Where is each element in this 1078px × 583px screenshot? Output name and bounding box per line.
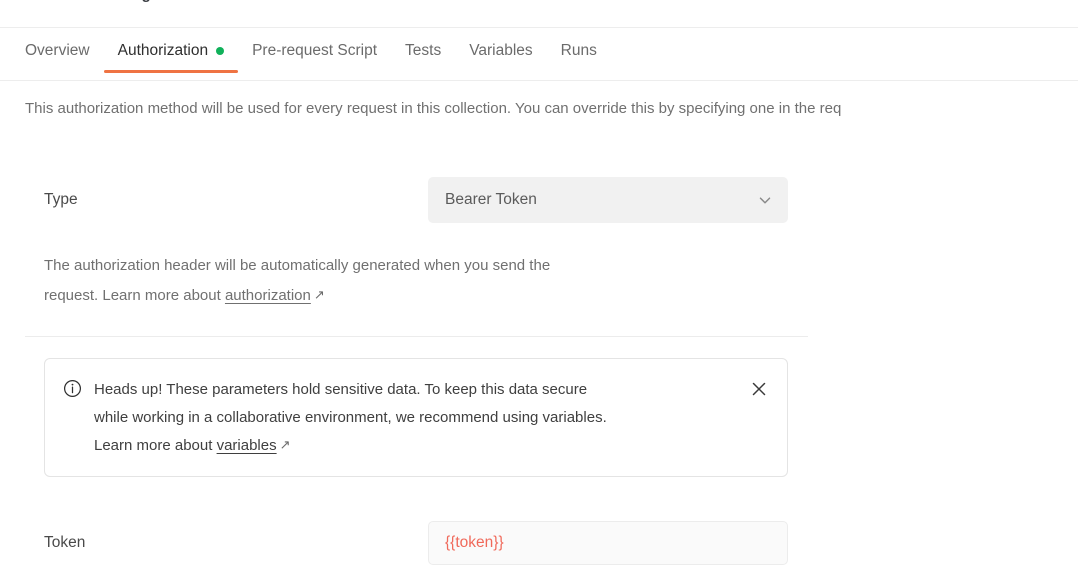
alert-line1: Heads up! These parameters hold sensitiv…	[94, 381, 588, 398]
tab-overview-label: Overview	[25, 42, 90, 59]
tab-pre-request-script[interactable]: Pre-request Script	[238, 28, 391, 73]
alert-line3-prefix: Learn more about	[94, 437, 217, 454]
variables-docs-link[interactable]: variables	[217, 437, 277, 454]
auth-type-row: Type Bearer Token	[0, 177, 1078, 223]
auth-helper-line2-prefix: request. Learn more about	[44, 287, 225, 304]
tab-overview[interactable]: Overview	[25, 28, 104, 73]
token-input-value: {{token}}	[445, 534, 504, 551]
tab-pre-request-script-label: Pre-request Script	[252, 42, 378, 59]
authorization-panel: This authorization method will be used f…	[0, 81, 1078, 583]
tab-variables[interactable]: Variables	[455, 28, 546, 73]
info-circle-icon	[63, 379, 82, 398]
alert-line2: while working in a collaborative environ…	[94, 409, 607, 426]
sensitive-data-alert: Heads up! These parameters hold sensitiv…	[44, 358, 788, 477]
auth-helper-text: The authorization header will be automat…	[44, 251, 724, 311]
token-label: Token	[44, 534, 86, 551]
close-icon[interactable]	[749, 379, 769, 399]
active-tab-underline	[103, 70, 239, 73]
tab-authorization-label: Authorization	[117, 42, 209, 59]
clipped-page-title: Collection settings	[25, 0, 159, 3]
chevron-down-icon	[759, 197, 771, 204]
section-divider	[25, 336, 808, 337]
token-input[interactable]: {{token}}	[428, 521, 788, 565]
tab-authorization[interactable]: Authorization	[103, 28, 239, 73]
sensitive-data-alert-text: Heads up! These parameters hold sensitiv…	[94, 376, 737, 460]
auth-type-label: Type	[44, 191, 78, 208]
tab-runs[interactable]: Runs	[547, 28, 611, 73]
token-row: Token {{token}}	[0, 521, 1078, 565]
tab-variables-label: Variables	[469, 42, 533, 59]
tab-bar: Overview Authorization Pre-request Scrip…	[0, 28, 1078, 81]
tab-runs-label: Runs	[560, 42, 597, 59]
auth-type-selected-value: Bearer Token	[445, 191, 537, 208]
unsaved-changes-dot-icon	[216, 46, 225, 55]
collection-authorization-screen: Collection settings Overview Authorizati…	[0, 0, 1078, 583]
external-link-arrow-icon: ↗	[313, 287, 325, 302]
tab-tests[interactable]: Tests	[391, 28, 455, 73]
authorization-docs-link[interactable]: authorization	[225, 287, 311, 304]
clipped-header-sliver: Collection settings	[0, 0, 1078, 28]
tab-tests-label: Tests	[405, 42, 442, 59]
auth-helper-line1: The authorization header will be automat…	[44, 257, 551, 274]
external-link-arrow-icon: ↗	[279, 437, 291, 452]
authorization-intro-text: This authorization method will be used f…	[25, 100, 842, 117]
auth-type-select[interactable]: Bearer Token	[428, 177, 788, 223]
